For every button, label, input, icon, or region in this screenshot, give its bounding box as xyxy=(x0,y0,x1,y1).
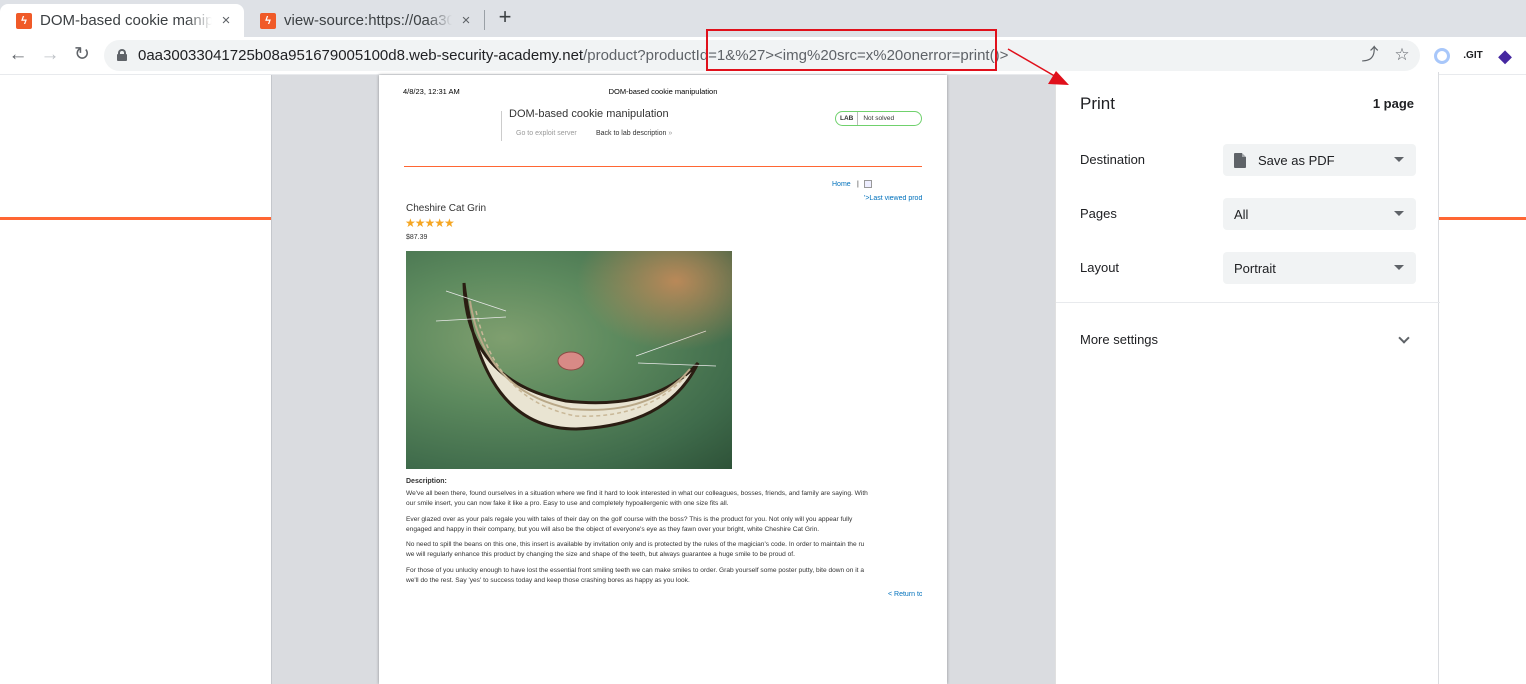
url-host: 0aa30033041725b08a951679005100d8.web-sec… xyxy=(138,47,584,64)
settings-divider xyxy=(1056,302,1440,303)
back-button[interactable]: ← xyxy=(6,43,30,67)
pages-label: Pages xyxy=(1080,206,1117,221)
tab-view-source[interactable]: ϟ view-source:https://0aa30033041725b08a… xyxy=(244,4,484,37)
description-line: we'll do the rest. Say 'yes' to success … xyxy=(406,577,690,584)
cheshire-grin-illustration xyxy=(435,282,717,431)
layout-label: Layout xyxy=(1080,260,1120,275)
last-viewed-product-link: '>Last viewed product xyxy=(864,195,922,202)
product-image xyxy=(406,251,732,469)
description-line: we will regularly enhance this product b… xyxy=(406,551,795,558)
lab-header-divider xyxy=(501,111,502,141)
chevron-down-icon[interactable] xyxy=(1398,332,1410,344)
lab-status-badge: LAB Not solved xyxy=(835,111,922,126)
print-preview-area: 4/8/23, 12:31 AM DOM-based cookie manipu… xyxy=(271,75,1055,684)
tab-title: DOM-based cookie manipulation xyxy=(40,12,212,29)
product-price: $87.39 xyxy=(406,234,428,241)
portswigger-favicon-icon: ϟ xyxy=(16,12,32,29)
product-name: Cheshire Cat Grin xyxy=(406,203,487,214)
lab-title: DOM-based cookie manipulation xyxy=(509,108,669,120)
page-count: 1 page xyxy=(1372,96,1414,111)
layout-select[interactable]: Portrait xyxy=(1223,252,1416,284)
destination-label: Destination xyxy=(1080,152,1146,167)
exploit-server-link: Go to exploit server xyxy=(516,130,577,137)
home-link: Home xyxy=(832,181,851,188)
reload-button[interactable]: ↻ xyxy=(70,43,94,67)
share-icon[interactable]: ⤴ xyxy=(1359,44,1381,66)
description-line: our smile insert, you can now fake it li… xyxy=(406,500,729,507)
tab-separator xyxy=(484,10,485,30)
rating-stars: ★★★★★ xyxy=(405,216,455,230)
destination-select[interactable]: Save as PDF xyxy=(1223,144,1416,176)
extension-circle-icon[interactable] xyxy=(1434,48,1450,64)
lab-badge-label: LAB xyxy=(836,112,859,125)
return-to-list-link: < Return to list xyxy=(888,591,922,598)
dropdown-caret-icon xyxy=(1394,157,1404,162)
description-line: We've all been there, found ourselves in… xyxy=(406,490,868,497)
bookmark-star-icon[interactable]: ☆ xyxy=(1391,44,1413,66)
layout-value: Portrait xyxy=(1234,260,1276,276)
close-tab-icon[interactable]: × xyxy=(458,12,474,29)
description-line: engaged and happy in their company, but … xyxy=(406,526,820,533)
destination-value: Save as PDF xyxy=(1258,152,1335,168)
description-label: Description: xyxy=(406,478,447,485)
close-tab-icon[interactable]: × xyxy=(218,12,234,29)
description-line: No need to spill the beans on this one, … xyxy=(406,541,865,548)
more-settings-toggle[interactable]: More settings xyxy=(1080,332,1158,347)
print-dialog: Print 1 page Destination Save as PDF Pag… xyxy=(1055,72,1440,684)
tab-title: view-source:https://0aa30033041725b08a95… xyxy=(284,12,452,29)
document-icon xyxy=(1234,152,1246,168)
print-page-title: DOM-based cookie manipulation xyxy=(608,87,718,96)
extension-git-icon[interactable]: .GIT xyxy=(1463,46,1483,66)
portswigger-favicon-icon: ϟ xyxy=(260,12,276,29)
dropdown-caret-icon xyxy=(1394,265,1404,270)
lock-icon[interactable] xyxy=(117,49,127,61)
page-orange-rule xyxy=(404,166,922,167)
forward-button[interactable]: → xyxy=(38,43,62,67)
back-to-lab-label: Back to lab description xyxy=(596,130,667,137)
extension-cube-icon[interactable]: ◆ xyxy=(1495,46,1515,66)
nav-separator: | xyxy=(857,181,859,188)
lab-status-text: Not solved xyxy=(863,115,895,122)
pages-select[interactable]: All xyxy=(1223,198,1416,230)
dropdown-caret-icon xyxy=(1394,211,1404,216)
back-to-lab-link: Back to lab description » xyxy=(596,130,672,137)
print-dialog-title: Print xyxy=(1080,94,1115,113)
description-line: Ever glazed over as your pals regale you… xyxy=(406,516,853,523)
description-line: For those of you unlucky enough to have … xyxy=(406,567,865,574)
tab-dom-based-cookie[interactable]: ϟ DOM-based cookie manipulation × xyxy=(0,4,244,37)
pages-value: All xyxy=(1234,206,1249,222)
new-tab-button[interactable]: + xyxy=(494,6,516,30)
broken-image-icon xyxy=(864,180,872,188)
annotation-highlight-box xyxy=(706,29,997,71)
double-chevron-icon: » xyxy=(668,130,673,137)
print-preview-page: 4/8/23, 12:31 AM DOM-based cookie manipu… xyxy=(379,75,947,684)
